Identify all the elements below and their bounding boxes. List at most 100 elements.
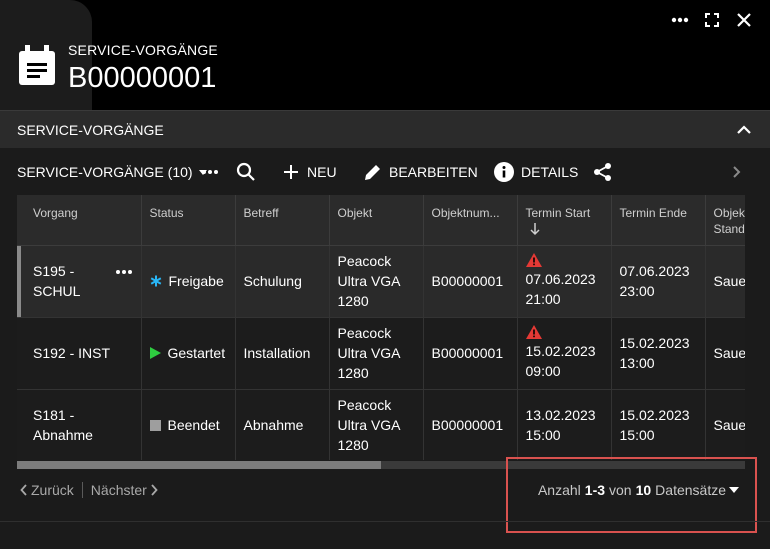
scrollbar-thumb[interactable] xyxy=(17,461,381,469)
edit-button-label: BEARBEITEN xyxy=(389,164,478,180)
subgrid-toolbar: SERVICE-VORGÄNGE (10) NEU BEARBEITEN DET… xyxy=(0,150,770,194)
status-text: Beendet xyxy=(167,417,220,433)
cell-objekt[interactable]: Peacock Ultra VGA 1280 xyxy=(329,389,424,460)
view-selector[interactable]: SERVICE-VORGÄNGE (10) xyxy=(17,150,210,194)
cell-status: Gestartet xyxy=(141,317,236,390)
column-header-objekt-standort[interactable]: Objekt Standort xyxy=(705,195,745,246)
column-header-objektnummer[interactable]: Objektnum... xyxy=(423,195,518,246)
fullscreen-button[interactable] xyxy=(696,8,728,32)
sort-down-icon xyxy=(529,223,540,236)
cell-status: Beendet xyxy=(141,389,236,460)
more-icon xyxy=(671,17,689,23)
record-count-suffix: Datensätze xyxy=(655,482,726,498)
entity-type-label: SERVICE-VORGÄNGE xyxy=(68,42,218,58)
cell-standort: Sauer xyxy=(705,245,745,318)
cell-betreff: Abnahme xyxy=(235,389,330,460)
search-icon xyxy=(236,162,255,181)
horizontal-scrollbar[interactable] xyxy=(17,461,745,469)
cell-vorgang[interactable]: S192 - INST xyxy=(17,317,142,390)
new-button-label: NEU xyxy=(307,164,337,180)
edit-button[interactable]: BEARBEITEN xyxy=(363,150,478,194)
cell-objektnummer: B00000001 xyxy=(423,317,518,390)
service-table: Vorgang Status Betreff Objekt Objektnum.… xyxy=(17,195,745,460)
asterisk-status-icon xyxy=(150,275,161,287)
chevron-up-icon[interactable] xyxy=(736,123,752,137)
search-button[interactable] xyxy=(236,150,256,194)
plus-icon xyxy=(284,165,298,179)
chevron-left-icon xyxy=(20,484,27,496)
calendar-record-icon xyxy=(19,45,55,85)
cell-termin-ende: 15.02.2023 13:00 xyxy=(611,317,706,390)
chevron-right-icon xyxy=(733,166,741,178)
stop-status-icon xyxy=(149,419,161,431)
record-count-total: 10 xyxy=(635,482,652,498)
toolbar-more-button[interactable] xyxy=(201,150,219,194)
next-page-button[interactable]: Nächster xyxy=(91,482,158,498)
cell-betreff: Schulung xyxy=(235,245,330,318)
column-header-termin-ende[interactable]: Termin Ende xyxy=(611,195,706,246)
cell-standort: Sauer xyxy=(705,389,745,460)
pager-divider xyxy=(81,482,83,498)
cell-objekt[interactable]: Peacock Ultra VGA 1280 xyxy=(329,317,424,390)
form-header: SERVICE-VORGÄNGE B00000001 xyxy=(0,0,770,110)
row-more-icon[interactable] xyxy=(115,269,133,275)
table-row[interactable]: S181 - Abnahme Beendet Abnahme Peacock U… xyxy=(17,389,745,460)
previous-page-label: Zurück xyxy=(31,482,74,498)
previous-page-button[interactable]: Zurück xyxy=(20,482,74,498)
record-count-prefix: Anzahl xyxy=(537,482,581,498)
window-actions xyxy=(664,8,760,32)
play-status-icon xyxy=(149,347,161,359)
cell-termin-start: 07.06.2023 21:00 xyxy=(517,245,612,318)
service-grid: Vorgang Status Betreff Objekt Objektnum.… xyxy=(17,195,745,460)
close-icon xyxy=(737,13,751,27)
cell-vorgang-text: S195 - SCHUL xyxy=(33,263,81,299)
fullscreen-icon xyxy=(705,13,719,27)
share-button[interactable] xyxy=(593,150,613,194)
record-title: B00000001 xyxy=(68,62,217,94)
view-selector-label: SERVICE-VORGÄNGE (10) xyxy=(17,164,193,180)
cell-vorgang[interactable]: S195 - SCHUL xyxy=(17,245,142,318)
more-icon xyxy=(202,170,218,174)
cell-termin-start: 13.02.2023 15:00 xyxy=(517,389,612,460)
pencil-icon xyxy=(365,164,380,180)
column-header-vorgang[interactable]: Vorgang xyxy=(17,195,142,246)
pager: Zurück Nächster xyxy=(20,482,158,498)
cell-betreff: Installation xyxy=(235,317,330,390)
status-text: Gestartet xyxy=(167,345,226,361)
record-count-selector[interactable]: Anzahl 1-3 von 10 Datensätze xyxy=(538,482,740,498)
termin-start-text: 15.02.2023 09:00 xyxy=(525,343,596,379)
chevron-right-icon xyxy=(151,484,158,496)
column-header-termin-start-label: Termin Start xyxy=(525,206,591,220)
cell-objekt[interactable]: Peacock Ultra VGA 1280 xyxy=(329,245,424,318)
record-count-range: 1-3 xyxy=(584,482,606,498)
termin-start-text: 07.06.2023 21:00 xyxy=(525,271,596,307)
record-count-of: von xyxy=(609,482,632,498)
next-page-label: Nächster xyxy=(90,482,147,498)
table-row[interactable]: S192 - INST Gestartet Installation Peaco… xyxy=(17,317,745,390)
details-button[interactable]: DETAILS xyxy=(494,150,578,194)
toolbar-overflow-button[interactable] xyxy=(732,150,742,194)
column-header-betreff[interactable]: Betreff xyxy=(235,195,330,246)
bottom-divider xyxy=(0,521,770,522)
new-button[interactable]: NEU xyxy=(283,150,337,194)
column-header-objekt[interactable]: Objekt xyxy=(329,195,424,246)
column-header-status[interactable]: Status xyxy=(141,195,236,246)
section-header[interactable]: SERVICE-VORGÄNGE xyxy=(0,110,770,148)
warning-icon xyxy=(525,253,542,267)
cell-status: Freigabe xyxy=(141,245,236,318)
share-icon xyxy=(594,163,611,181)
close-button[interactable] xyxy=(728,8,760,32)
table-row[interactable]: S195 - SCHUL Freigabe Schulung Peacock U… xyxy=(17,245,745,318)
more-button[interactable] xyxy=(664,8,696,32)
details-button-label: DETAILS xyxy=(521,164,579,180)
cell-termin-ende: 15.02.2023 15:00 xyxy=(611,389,706,460)
cell-objektnummer: B00000001 xyxy=(423,389,518,460)
cell-vorgang[interactable]: S181 - Abnahme xyxy=(17,389,142,460)
cell-objektnummer: B00000001 xyxy=(423,245,518,318)
status-text: Freigabe xyxy=(168,273,224,289)
section-title: SERVICE-VORGÄNGE xyxy=(17,122,164,138)
cell-termin-start: 15.02.2023 09:00 xyxy=(517,317,612,390)
column-header-termin-start[interactable]: Termin Start xyxy=(517,195,612,246)
caret-down-icon xyxy=(729,487,739,493)
cell-termin-ende: 07.06.2023 23:00 xyxy=(611,245,706,318)
